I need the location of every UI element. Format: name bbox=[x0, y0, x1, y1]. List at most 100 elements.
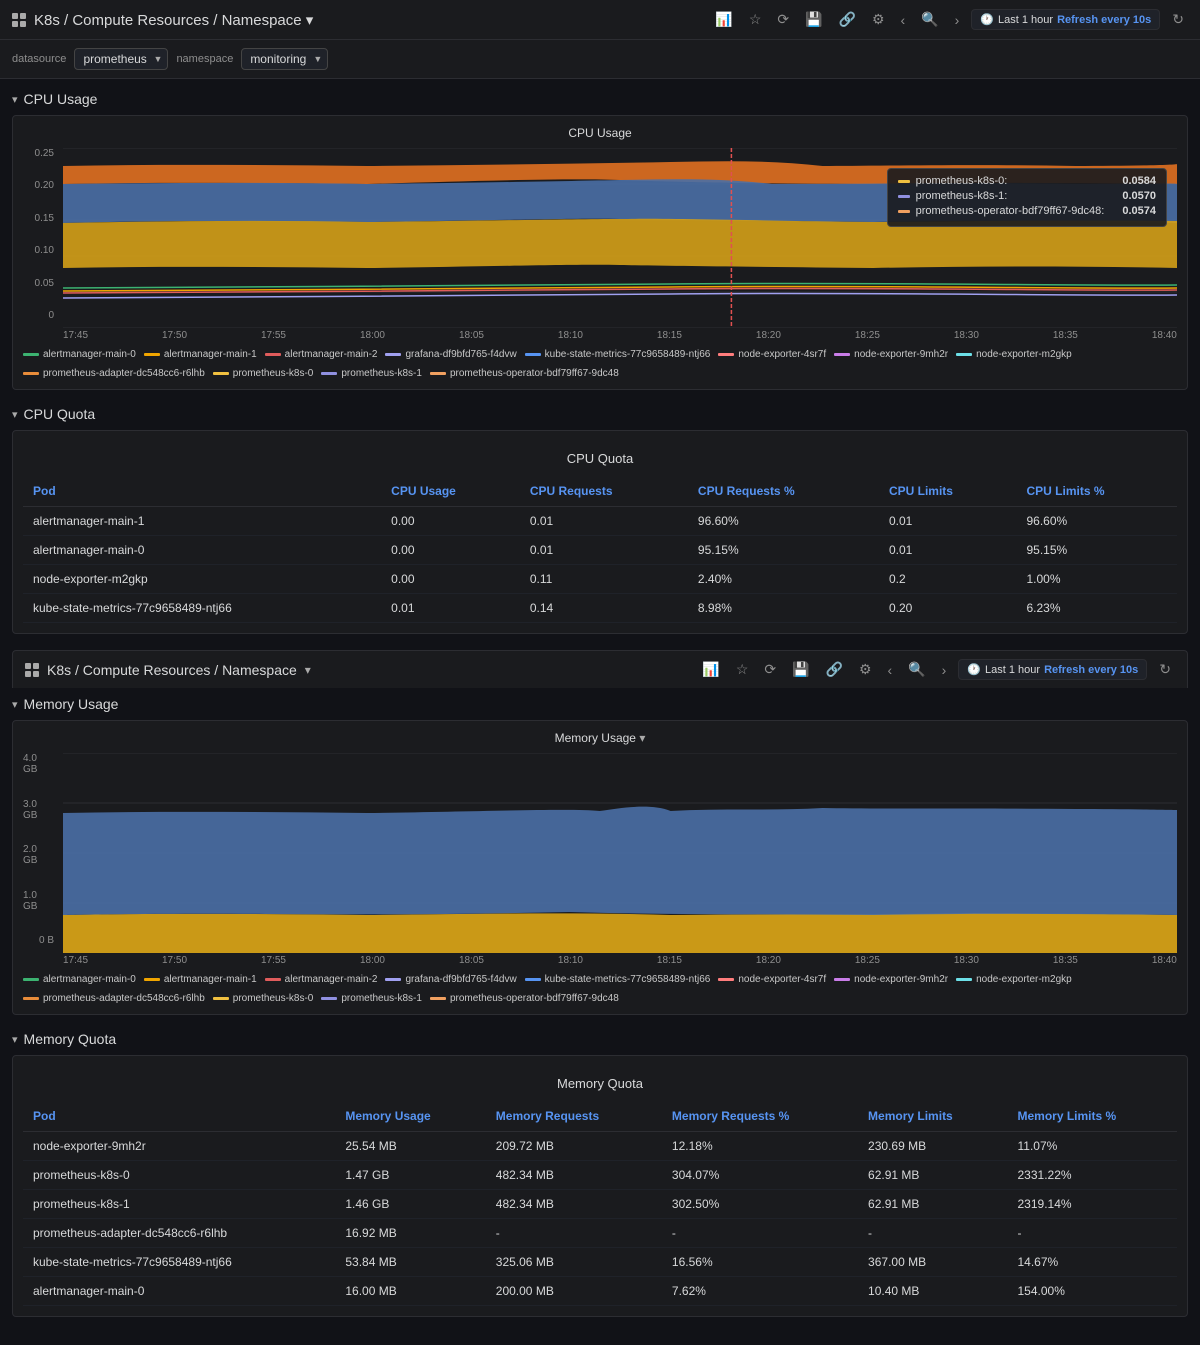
col-cpu-limits: CPU Limits bbox=[879, 476, 1017, 507]
legend-item-prom-operator: prometheus-operator-bdf79ff67-9dc48 bbox=[430, 368, 619, 379]
memory-chart-dropdown[interactable]: ▾ bbox=[639, 731, 645, 745]
col-cpu-limits-pct: CPU Limits % bbox=[1017, 476, 1178, 507]
table-row: prometheus-k8s-1 1.46 GB 482.34 MB 302.5… bbox=[23, 1190, 1177, 1219]
second-clock-icon: 🕐 bbox=[967, 663, 981, 676]
share-icon[interactable]: ⟳ bbox=[773, 7, 793, 32]
refresh-label[interactable]: Refresh every 10s bbox=[1057, 14, 1151, 26]
memory-usage-chart-panel: Memory Usage ▾ 4.0 GB 3.0 GB 2.0 GB 1.0 … bbox=[12, 720, 1188, 1015]
memory-usage-chart-container: 4.0 GB 3.0 GB 2.0 GB 1.0 GB 0 B bbox=[23, 753, 1177, 966]
table-row: node-exporter-m2gkp 0.00 0.11 2.40% 0.2 … bbox=[23, 565, 1177, 594]
mem-legend-grafana: grafana-df9bfd765-f4dvw bbox=[385, 974, 516, 985]
legend-item-prom-k8s-1: prometheus-k8s-1 bbox=[321, 368, 422, 379]
second-settings-icon[interactable]: ⚙ bbox=[855, 657, 876, 682]
tooltip-dot-3 bbox=[898, 210, 910, 213]
datasource-select-wrapper[interactable]: prometheus bbox=[74, 48, 168, 70]
second-link-icon[interactable]: 🔗 bbox=[822, 657, 847, 682]
second-back-icon[interactable]: ‹ bbox=[884, 658, 897, 682]
grid-icon bbox=[12, 13, 26, 27]
mem-legend-node-exp-m2gkp: node-exporter-m2gkp bbox=[956, 974, 1072, 985]
mem-legend-am1: alertmanager-main-1 bbox=[144, 974, 257, 985]
second-breadcrumb: K8s / Compute Resources / Namespace bbox=[47, 662, 297, 678]
second-refresh-label[interactable]: Refresh every 10s bbox=[1044, 664, 1138, 676]
clock-icon: 🕐 bbox=[980, 13, 994, 26]
tooltip-label-2: prometheus-k8s-1: bbox=[916, 190, 1008, 202]
top-header: K8s / Compute Resources / Namespace ▾ 📊 … bbox=[0, 0, 1200, 40]
cpu-usage-y-labels: 0.25 0.20 0.15 0.10 0.05 0 bbox=[23, 148, 58, 321]
second-star-icon[interactable]: ☆ bbox=[732, 657, 753, 682]
second-save-icon[interactable]: 💾 bbox=[788, 657, 813, 682]
cpu-usage-section: ▾ CPU Usage CPU Usage 0.25 0.20 0.15 0.1… bbox=[12, 91, 1188, 390]
memory-quota-table-panel: Memory Quota Pod Memory Usage Memory Req… bbox=[12, 1055, 1188, 1317]
link-icon[interactable]: 🔗 bbox=[835, 7, 860, 32]
tooltip-label-1: prometheus-k8s-0: bbox=[916, 175, 1008, 187]
mem-col-limits: Memory Limits bbox=[858, 1101, 1007, 1132]
zoom-icon[interactable]: 🔍 bbox=[917, 7, 942, 32]
back-icon[interactable]: ‹ bbox=[897, 8, 910, 32]
legend-item-prom-adapter: prometheus-adapter-dc548cc6-r6lhb bbox=[23, 368, 205, 379]
breadcrumb-dropdown[interactable]: ▾ bbox=[306, 12, 314, 29]
memory-quota-section: ▾ Memory Quota Memory Quota Pod Memory U… bbox=[12, 1031, 1188, 1317]
second-zoom-icon[interactable]: 🔍 bbox=[904, 657, 929, 682]
datasource-select[interactable]: prometheus bbox=[74, 48, 168, 70]
cpu-usage-toggle: ▾ bbox=[12, 93, 18, 106]
cpu-usage-tooltip: prometheus-k8s-0: 0.0584 prometheus-k8s-… bbox=[887, 168, 1167, 227]
cpu-quota-title: CPU Quota bbox=[24, 406, 96, 422]
second-refresh-icon[interactable]: ↻ bbox=[1155, 657, 1175, 682]
second-stacked-header: K8s / Compute Resources / Namespace ▾ 📊 … bbox=[12, 650, 1188, 688]
mem-col-pod: Pod bbox=[23, 1101, 335, 1132]
tooltip-val-3: 0.0574 bbox=[1110, 205, 1156, 217]
table-row: alertmanager-main-0 0.00 0.01 95.15% 0.0… bbox=[23, 536, 1177, 565]
cpu-usage-chart-title: CPU Usage bbox=[23, 126, 1177, 140]
second-forward-icon[interactable]: › bbox=[938, 658, 951, 682]
memory-quota-section-header[interactable]: ▾ Memory Quota bbox=[12, 1031, 1188, 1047]
memory-usage-svg bbox=[63, 753, 1177, 953]
star-icon[interactable]: ☆ bbox=[745, 7, 766, 32]
memory-quota-table-title: Memory Quota bbox=[23, 1066, 1177, 1101]
legend-item-am2: alertmanager-main-2 bbox=[265, 349, 378, 360]
second-bar-chart-icon[interactable]: 📊 bbox=[698, 657, 723, 682]
cpu-usage-chart-container: 0.25 0.20 0.15 0.10 0.05 0 bbox=[23, 148, 1177, 341]
memory-usage-section-header[interactable]: ▾ Memory Usage bbox=[12, 696, 1188, 712]
tooltip-val-2: 0.0570 bbox=[1110, 190, 1156, 202]
memory-usage-legend: alertmanager-main-0 alertmanager-main-1 … bbox=[23, 974, 1177, 1004]
forward-icon[interactable]: › bbox=[951, 8, 964, 32]
memory-usage-toggle: ▾ bbox=[12, 698, 18, 711]
memory-usage-chart-title: Memory Usage ▾ bbox=[23, 731, 1177, 745]
tooltip-dot-1 bbox=[898, 180, 910, 183]
table-row: alertmanager-main-1 0.00 0.01 96.60% 0.0… bbox=[23, 507, 1177, 536]
cpu-usage-section-header[interactable]: ▾ CPU Usage bbox=[12, 91, 1188, 107]
table-row: kube-state-metrics-77c9658489-ntj66 53.8… bbox=[23, 1248, 1177, 1277]
cpu-usage-chart-panel: CPU Usage 0.25 0.20 0.15 0.10 0.05 0 bbox=[12, 115, 1188, 390]
cpu-usage-chart-area: prometheus-k8s-0: 0.0584 prometheus-k8s-… bbox=[63, 148, 1177, 328]
table-row: prometheus-adapter-dc548cc6-r6lhb 16.92 … bbox=[23, 1219, 1177, 1248]
namespace-select-wrapper[interactable]: monitoring bbox=[241, 48, 328, 70]
refresh-icon[interactable]: ↻ bbox=[1168, 7, 1188, 32]
main-breadcrumb: K8s / Compute Resources / Namespace ▾ bbox=[34, 11, 313, 29]
table-row: kube-state-metrics-77c9658489-ntj66 0.01… bbox=[23, 594, 1177, 623]
bar-chart-icon[interactable]: 📊 bbox=[711, 7, 736, 32]
tooltip-dot-2 bbox=[898, 195, 910, 198]
second-time-range: 🕐 Last 1 hour Refresh every 10s bbox=[958, 659, 1147, 680]
second-breadcrumb-dropdown[interactable]: ▾ bbox=[305, 663, 311, 677]
second-grid-icon bbox=[25, 663, 39, 677]
save-icon[interactable]: 💾 bbox=[801, 7, 826, 32]
cpu-quota-section-header[interactable]: ▾ CPU Quota bbox=[12, 406, 1188, 422]
cpu-quota-section: ▾ CPU Quota CPU Quota Pod CPU Usage CPU … bbox=[12, 406, 1188, 634]
cpu-quota-toggle: ▾ bbox=[12, 408, 18, 421]
table-row: alertmanager-main-0 16.00 MB 200.00 MB 7… bbox=[23, 1277, 1177, 1306]
legend-item-node-exp-9mh2r: node-exporter-9mh2r bbox=[834, 349, 948, 360]
cpu-quota-table-panel: CPU Quota Pod CPU Usage CPU Requests CPU… bbox=[12, 430, 1188, 634]
memory-usage-title: Memory Usage bbox=[24, 696, 119, 712]
legend-item-node-exp-m2gkp: node-exporter-m2gkp bbox=[956, 349, 1072, 360]
mem-legend-kube-state: kube-state-metrics-77c9658489-ntj66 bbox=[525, 974, 711, 985]
second-share-icon[interactable]: ⟳ bbox=[760, 657, 780, 682]
second-time-range-label: Last 1 hour bbox=[985, 664, 1040, 676]
namespace-select[interactable]: monitoring bbox=[241, 48, 328, 70]
header-left: K8s / Compute Resources / Namespace ▾ bbox=[12, 11, 313, 29]
mem-col-requests: Memory Requests bbox=[486, 1101, 662, 1132]
mem-legend-node-exp-4sr7f: node-exporter-4sr7f bbox=[718, 974, 826, 985]
cpu-usage-legend: alertmanager-main-0 alertmanager-main-1 … bbox=[23, 349, 1177, 379]
namespace-label: namespace bbox=[176, 53, 233, 65]
settings-icon[interactable]: ⚙ bbox=[868, 7, 889, 32]
tooltip-val-1: 0.0584 bbox=[1110, 175, 1156, 187]
